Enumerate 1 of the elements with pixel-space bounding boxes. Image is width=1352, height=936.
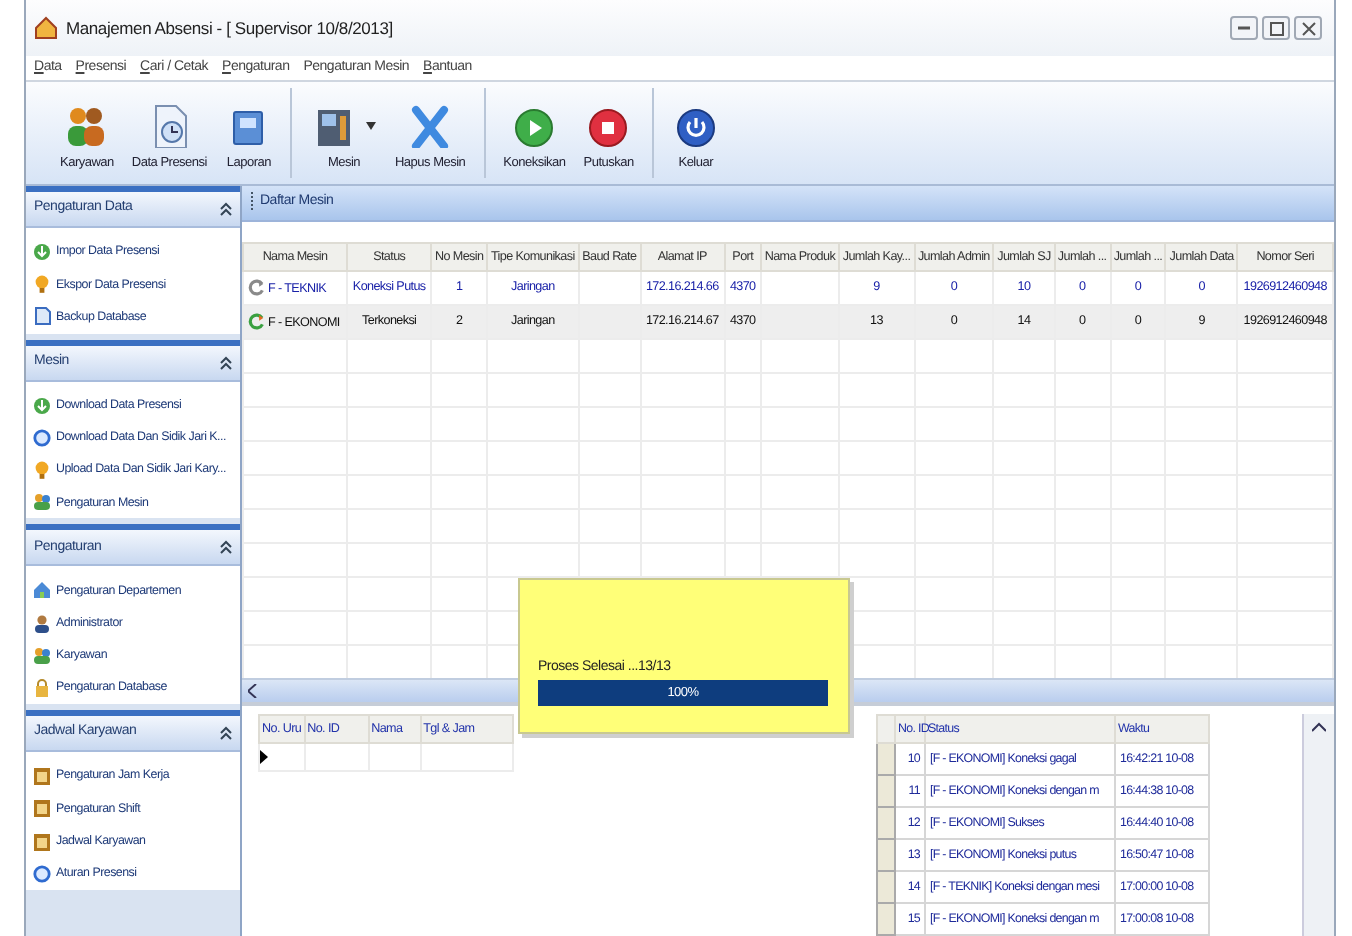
window-title: Manajemen Absensi - [ Supervisor 10/8/2013]	[66, 17, 393, 39]
